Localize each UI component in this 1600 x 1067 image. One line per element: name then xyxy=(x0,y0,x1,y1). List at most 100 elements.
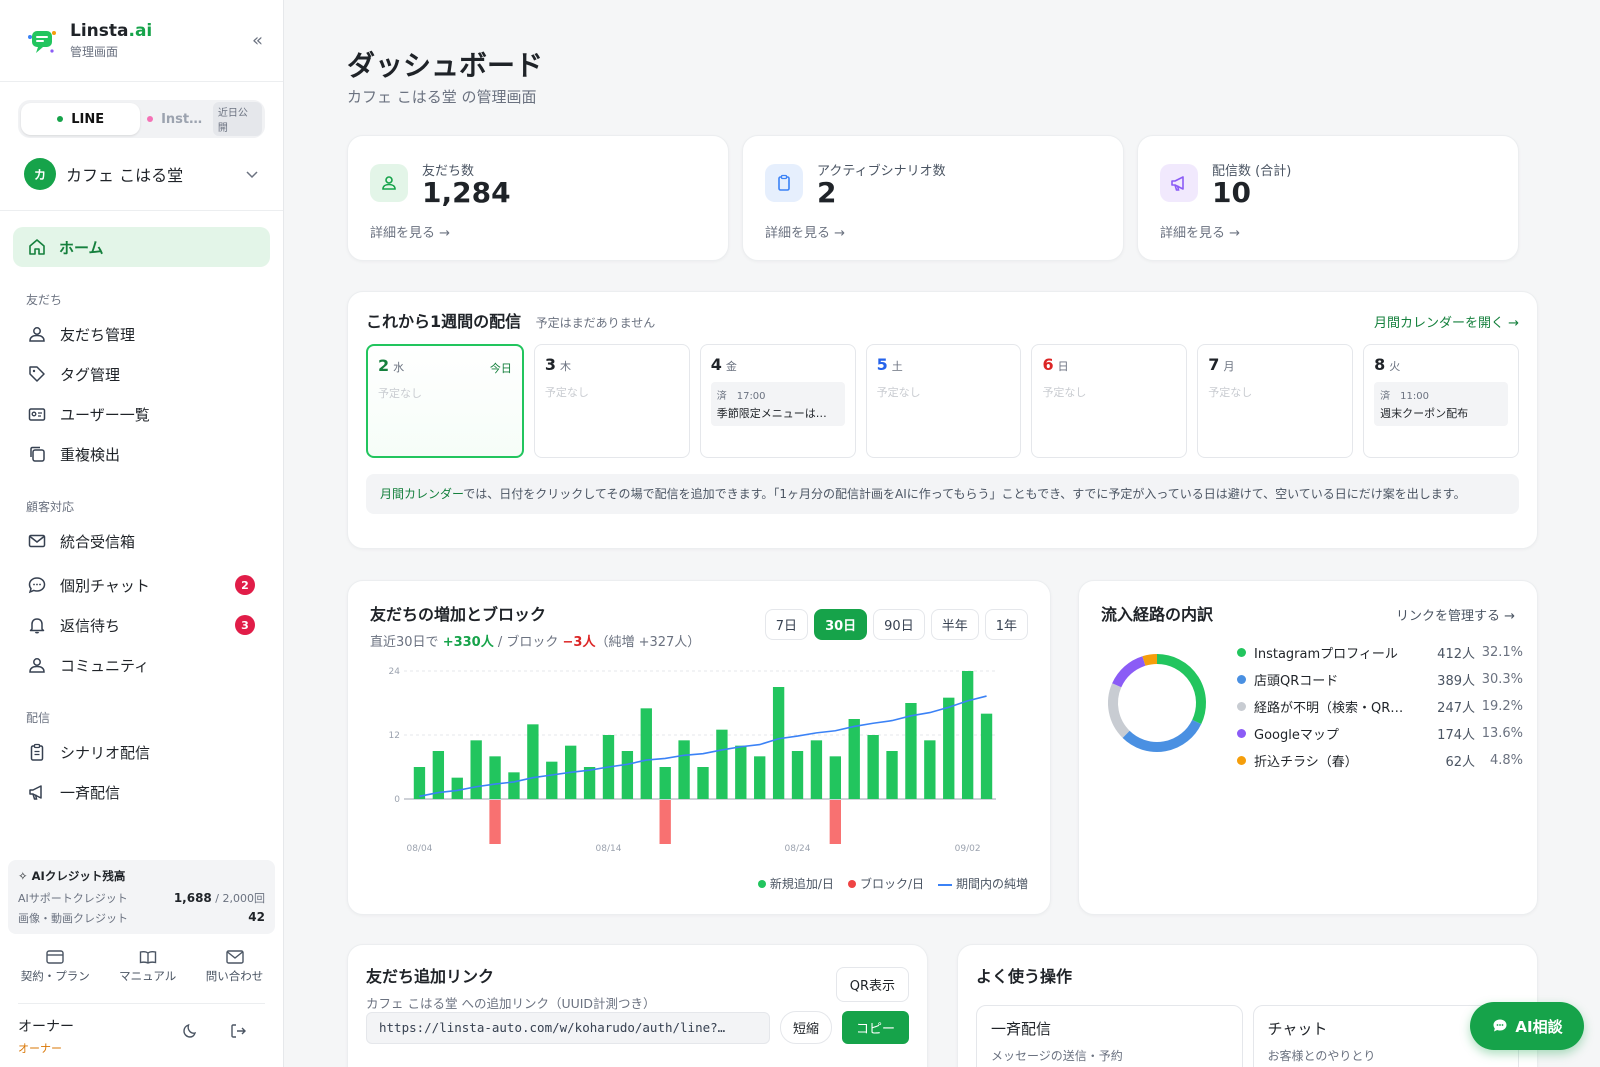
y-tick-label: 0 xyxy=(394,795,400,805)
logout-icon[interactable] xyxy=(229,1022,247,1040)
source-count: 412人 xyxy=(1437,647,1475,662)
day-cell[interactable]: 3 木予定なし xyxy=(533,344,690,458)
no-schedule-text: 予定なし xyxy=(1208,386,1253,399)
range-button[interactable]: 半年 xyxy=(930,609,979,640)
sidebar-footer-links: 契約・プラン マニュアル 問い合わせ xyxy=(0,950,284,984)
source-name: 店頭QRコード xyxy=(1254,674,1339,689)
scheduled-event[interactable]: 済 11:00 週末クーポン配布 xyxy=(1374,382,1509,426)
day-weekday: 水 xyxy=(393,361,405,374)
ai-consult-button[interactable]: AI相談 xyxy=(1470,1002,1584,1050)
blocked-bar xyxy=(489,800,501,844)
new-friends-bar xyxy=(829,756,841,799)
day-weekday: 木 xyxy=(560,360,571,373)
account-switcher[interactable]: カ カフェ こはる堂 xyxy=(24,156,259,192)
friend-link-title: 友だち追加リンク xyxy=(366,967,495,986)
sources-list: Instagramプロフィール 412人 32.1% 店頭QRコード 389人 30.3%… xyxy=(1237,639,1523,774)
legend-net: 期間内の純増 xyxy=(937,875,1028,892)
day-number: 8 xyxy=(1374,355,1386,374)
nav-section-title: 配信 xyxy=(26,711,51,725)
owner-role: オーナー xyxy=(18,1042,62,1055)
tab-instagram[interactable]: Inst… xyxy=(140,103,208,135)
nav-item-label: 個別チャット xyxy=(60,576,150,595)
nav-item-friends[interactable]: 友だち管理 xyxy=(0,314,283,354)
x-tick-label: 08/04 xyxy=(406,844,432,853)
day-cell[interactable]: 4金済 17:00 季節限定メニューは… xyxy=(699,344,856,458)
contact-link-label: 問い合わせ xyxy=(205,969,264,983)
stat-detail-link[interactable]: 詳細を見る → xyxy=(370,222,450,241)
day-cell[interactable]: 7 月予定なし xyxy=(1197,344,1354,458)
calendar-tip-link[interactable]: 月間カレンダー xyxy=(380,487,463,501)
credit-row: 画像・動画クレジット 42 xyxy=(18,910,265,926)
x-tick-label: 08/24 xyxy=(785,844,811,853)
book-icon xyxy=(139,951,156,964)
unread-badge: 2 xyxy=(235,575,255,595)
no-schedule-text: 予定なし xyxy=(1042,386,1087,399)
nav-item-scenario[interactable]: シナリオ配信 xyxy=(0,732,283,772)
range-button[interactable]: 90日 xyxy=(873,609,925,640)
day-cell[interactable]: 5 土予定なし xyxy=(865,344,1022,458)
new-friends-bar xyxy=(640,708,652,799)
quick-action-broadcast[interactable]: 一斉配信 メッセージの送信・予約 xyxy=(976,1005,1243,1067)
mail-icon xyxy=(28,534,46,548)
source-count: 174人 xyxy=(1437,728,1475,743)
nav-item-duplicates[interactable]: 重複検出 xyxy=(0,434,283,474)
weekly-schedule-card: これから1週間の配信 予定はまだありません 月間カレンダーを開く → 2 水 今日予… xyxy=(347,291,1538,549)
range-button[interactable]: 30日 xyxy=(814,609,868,640)
shorten-button[interactable]: 短縮 xyxy=(779,1011,832,1044)
source-percent: 30.3% xyxy=(1481,672,1523,687)
legend-dot xyxy=(1237,756,1246,765)
manual-link[interactable]: マニュアル xyxy=(119,950,176,984)
stat-card-scenarios: アクティブシナリオ数 2 詳細を見る → xyxy=(742,135,1124,261)
copy-button[interactable]: コピー xyxy=(841,1011,909,1044)
nav-item-home[interactable]: ホーム xyxy=(13,227,270,267)
page-title: ダッシュボード xyxy=(347,49,544,82)
friend-link-url[interactable]: https://linsta-auto.com/w/koharudo/auth/… xyxy=(366,1011,770,1044)
nav-item-label: 一斉配信 xyxy=(60,783,121,802)
event-title: 季節限定メニューは… xyxy=(716,407,827,420)
nav-item-broadcast[interactable]: 一斉配信 xyxy=(0,772,283,812)
stat-detail-link[interactable]: 詳細を見る → xyxy=(1160,222,1240,241)
nav-item-users[interactable]: ユーザー一覧 xyxy=(0,394,283,434)
day-cell[interactable]: 2 水 今日 予定なし xyxy=(366,344,524,458)
new-friends-bar xyxy=(678,740,690,799)
nav-item-inbox[interactable]: 統合受信箱 xyxy=(0,521,283,561)
nav-item-label: コミュニティ xyxy=(60,656,150,675)
source-name: 折込チラシ（春） xyxy=(1254,755,1358,770)
tab-line[interactable]: LINE xyxy=(21,103,141,135)
qr-show-button[interactable]: QR表示 xyxy=(835,967,909,1002)
stat-detail-link[interactable]: 詳細を見る → xyxy=(765,222,845,241)
platform-tabs: LINE Inst… 近日公開 xyxy=(18,100,265,138)
owner-profile: オーナー オーナー xyxy=(18,1003,265,1056)
weekly-schedule-subtitle: 予定はまだありません xyxy=(535,316,656,330)
chevron-down-icon xyxy=(246,171,258,179)
day-weekday: 火 xyxy=(1389,360,1401,373)
manage-links-link[interactable]: リンクを管理する → xyxy=(1396,605,1515,624)
day-cell[interactable]: 6 日予定なし xyxy=(1031,344,1188,458)
tab-line-label: LINE xyxy=(71,111,105,127)
source-row: 経路が不明（検索・QR… 247人 19.2% xyxy=(1237,693,1523,720)
legend-block: ブロック/日 xyxy=(847,875,924,892)
scheduled-event[interactable]: 済 17:00 季節限定メニューは… xyxy=(710,382,845,426)
avatar: カ xyxy=(24,158,56,190)
friend-link-subtitle: カフェ こはる堂 への追加リンク（UUID計測つき） xyxy=(366,996,656,1011)
contact-link[interactable]: 問い合わせ xyxy=(205,950,264,984)
nav-item-community[interactable]: コミュニティ xyxy=(0,645,283,685)
day-cell[interactable]: 8火済 11:00 週末クーポン配布 xyxy=(1363,344,1520,458)
day-number: 4 xyxy=(710,355,722,374)
collapse-sidebar-icon[interactable]: « xyxy=(252,30,263,51)
source-count: 389人 xyxy=(1437,674,1475,689)
credit-label: AIサポートクレジット xyxy=(18,892,128,905)
donut-slice xyxy=(1112,656,1146,688)
stat-card-friends: 友だち数 1,284 詳細を見る → xyxy=(347,135,729,261)
plan-link[interactable]: 契約・プラン xyxy=(21,950,90,984)
calendar-tip-text: では、日付をクリックしてその場で配信を追加できます。「1ヶ月分の配信計画をAIに… xyxy=(463,487,1466,501)
nav-item-tags[interactable]: タグ管理 xyxy=(0,354,283,394)
open-calendar-link[interactable]: 月間カレンダーを開く → xyxy=(1374,312,1519,331)
card-icon xyxy=(46,950,64,964)
moon-icon[interactable] xyxy=(181,1022,199,1040)
range-button[interactable]: 7日 xyxy=(764,609,809,640)
nav-item-chat[interactable]: 個別チャット 2 xyxy=(0,565,283,605)
nav-item-awaiting-reply[interactable]: 返信待ち 3 xyxy=(0,605,283,645)
range-button[interactable]: 1年 xyxy=(984,609,1028,640)
unread-badge: 3 xyxy=(235,615,255,635)
